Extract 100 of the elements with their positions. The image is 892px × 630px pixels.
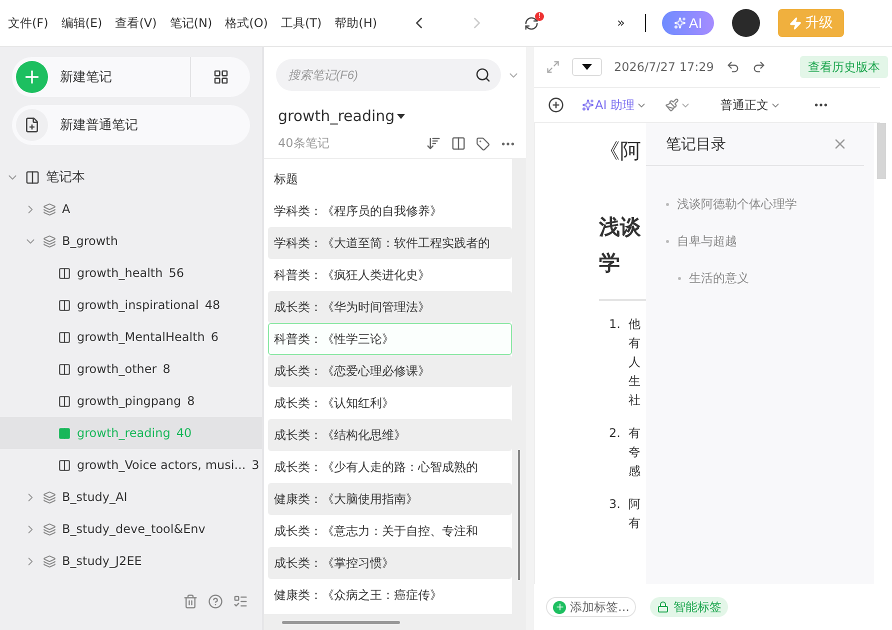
document-title: 《阿 — [599, 138, 641, 165]
note-count: 40条笔记 — [278, 135, 330, 152]
sync-icon[interactable] — [524, 16, 540, 30]
caret-icon — [582, 64, 592, 70]
menu-item[interactable]: 文件(F) — [8, 14, 48, 32]
note-row[interactable]: 成长类：《掌控习惯》 — [268, 547, 512, 579]
notebook-title[interactable]: growth_reading — [274, 107, 409, 125]
tree-item[interactable]: growth_other 8 — [0, 353, 262, 385]
note-count: 3 — [252, 458, 260, 472]
note-row[interactable]: 学科类：《程序员的自我修养》 — [268, 195, 512, 227]
caret-icon — [396, 114, 405, 118]
undo-icon[interactable] — [726, 60, 740, 74]
list-number: 1. — [609, 316, 620, 333]
sparkle-icon — [674, 17, 686, 29]
tree-item[interactable]: B_study_deve_tool&Env — [0, 513, 262, 545]
body-text: 他 — [628, 316, 640, 333]
tree-label: 笔记本 — [46, 169, 85, 186]
body-text: 人 — [628, 354, 640, 371]
scrollbar-thumb[interactable] — [876, 123, 886, 179]
columns-icon[interactable] — [451, 136, 466, 151]
tree-item[interactable]: B_growth — [0, 225, 262, 257]
expand-icon[interactable] — [546, 60, 560, 74]
body-text: 阿 — [628, 496, 640, 513]
menu-item[interactable]: 帮助(H) — [334, 14, 378, 32]
tree-label: growth_reading — [77, 426, 170, 440]
notebook-icon — [58, 426, 71, 440]
body-text: 社 — [628, 392, 640, 409]
tree-item[interactable]: B_study_J2EE — [0, 545, 262, 577]
tree-label: growth_pingpang — [77, 394, 182, 408]
stack-icon — [43, 522, 56, 536]
ai-assistant-button[interactable]: AI 助理 — [582, 96, 647, 114]
style-dropdown[interactable]: 普通正文 — [720, 96, 781, 114]
tree-item[interactable]: growth_inspirational 48 — [0, 289, 262, 321]
notebook-icon — [58, 394, 71, 408]
notebook-icon — [58, 458, 71, 472]
search-icon[interactable] — [475, 67, 491, 83]
stack-icon — [43, 202, 56, 216]
tree-label: growth_health — [77, 266, 163, 280]
format-painter-button[interactable] — [664, 98, 691, 112]
bullet-icon — [678, 277, 681, 280]
note-row[interactable]: 科普类：《性学三论》 — [268, 323, 512, 355]
tree-item[interactable]: growth_health 56 — [0, 257, 262, 289]
menu-item[interactable]: 查看(V) — [115, 14, 157, 32]
more-chevron[interactable]: » — [617, 16, 626, 30]
menu-item[interactable]: 笔记(N) — [170, 14, 212, 32]
heading-text: 学 — [599, 250, 621, 277]
note-row[interactable]: 成长类：《华为时间管理法》 — [268, 291, 512, 323]
grid-icon — [212, 69, 228, 85]
notebook-icon — [25, 170, 40, 184]
add-tag-button[interactable]: 添加标签... — [546, 597, 636, 617]
sort-icon[interactable] — [426, 136, 441, 151]
avatar[interactable] — [732, 9, 760, 37]
paint-roller-icon — [664, 98, 679, 112]
tree-item[interactable]: A — [0, 193, 262, 225]
lightning-icon — [789, 16, 802, 30]
bullet-icon — [666, 203, 669, 206]
new-file-icon — [16, 109, 48, 141]
tree-item[interactable]: growth_Voice actors, musi... 3 — [0, 449, 262, 481]
note-row[interactable]: 健康类：《众病之王：癌症传》 — [268, 579, 512, 611]
column-header[interactable]: 标题 — [268, 163, 512, 195]
search-field[interactable]: 搜索笔记(F6) — [276, 59, 501, 91]
tree-label: growth_other — [77, 362, 157, 376]
note-row[interactable]: 成长类：《恋爱心理必修课》 — [268, 355, 512, 387]
menu-item[interactable]: 格式(O) — [225, 14, 268, 32]
tree-item[interactable]: growth_pingpang 8 — [0, 385, 262, 417]
note-row[interactable]: 成长类：《结构化思维》 — [268, 419, 512, 451]
note-row[interactable]: 健康类：《大脑使用指南》 — [268, 483, 512, 515]
note-row[interactable]: 成长类：《意志力：关于自控、专注和 — [268, 515, 512, 547]
body-text: 有 — [628, 335, 640, 352]
note-row[interactable]: 成长类：《认知红利》 — [268, 387, 512, 419]
list-number: 2. — [609, 425, 620, 442]
sparkle-icon — [582, 99, 594, 111]
tree-item[interactable]: 笔记本 — [0, 161, 262, 193]
body-text: 有 — [628, 515, 640, 532]
note-count: 8 — [162, 362, 170, 376]
tree-item[interactable]: B_study_AI — [0, 481, 262, 513]
note-row[interactable]: 成长类：《少有人走的路：心智成熟的 — [268, 451, 512, 483]
note-count: 40 — [176, 426, 192, 440]
dropdown-button[interactable] — [572, 58, 602, 76]
note-row[interactable]: 学科类：《大道至简：软件工程实践者的 — [268, 227, 512, 259]
tree-label: B_study_AI — [62, 490, 128, 504]
tree-label: B_growth — [62, 234, 118, 248]
add-icon[interactable] — [548, 97, 564, 113]
redo-icon[interactable] — [752, 60, 766, 74]
date-text: 2026/7/27 17:29 — [614, 60, 714, 74]
new-plain-note-button[interactable]: 新建普通笔记 — [12, 105, 250, 145]
body-text: 夸 — [628, 444, 640, 461]
tree-label: growth_inspirational — [77, 298, 199, 312]
tree-label: growth_MentalHealth — [77, 330, 205, 344]
list-number: 3. — [609, 496, 620, 513]
menu-item[interactable]: 编辑(E) — [61, 14, 102, 32]
menu-item[interactable]: 工具(T) — [280, 14, 322, 32]
note-row[interactable]: 科普类：《疯狂人类进化史》 — [268, 259, 512, 291]
tree-label: B_study_J2EE — [62, 554, 142, 568]
stack-icon — [43, 490, 56, 504]
stack-icon — [43, 234, 56, 248]
tree-item[interactable]: growth_MentalHealth 6 — [0, 321, 262, 353]
heading-text: 浅谈 — [599, 214, 642, 241]
tag-icon[interactable] — [476, 136, 490, 150]
body-text: 有 — [628, 425, 640, 442]
